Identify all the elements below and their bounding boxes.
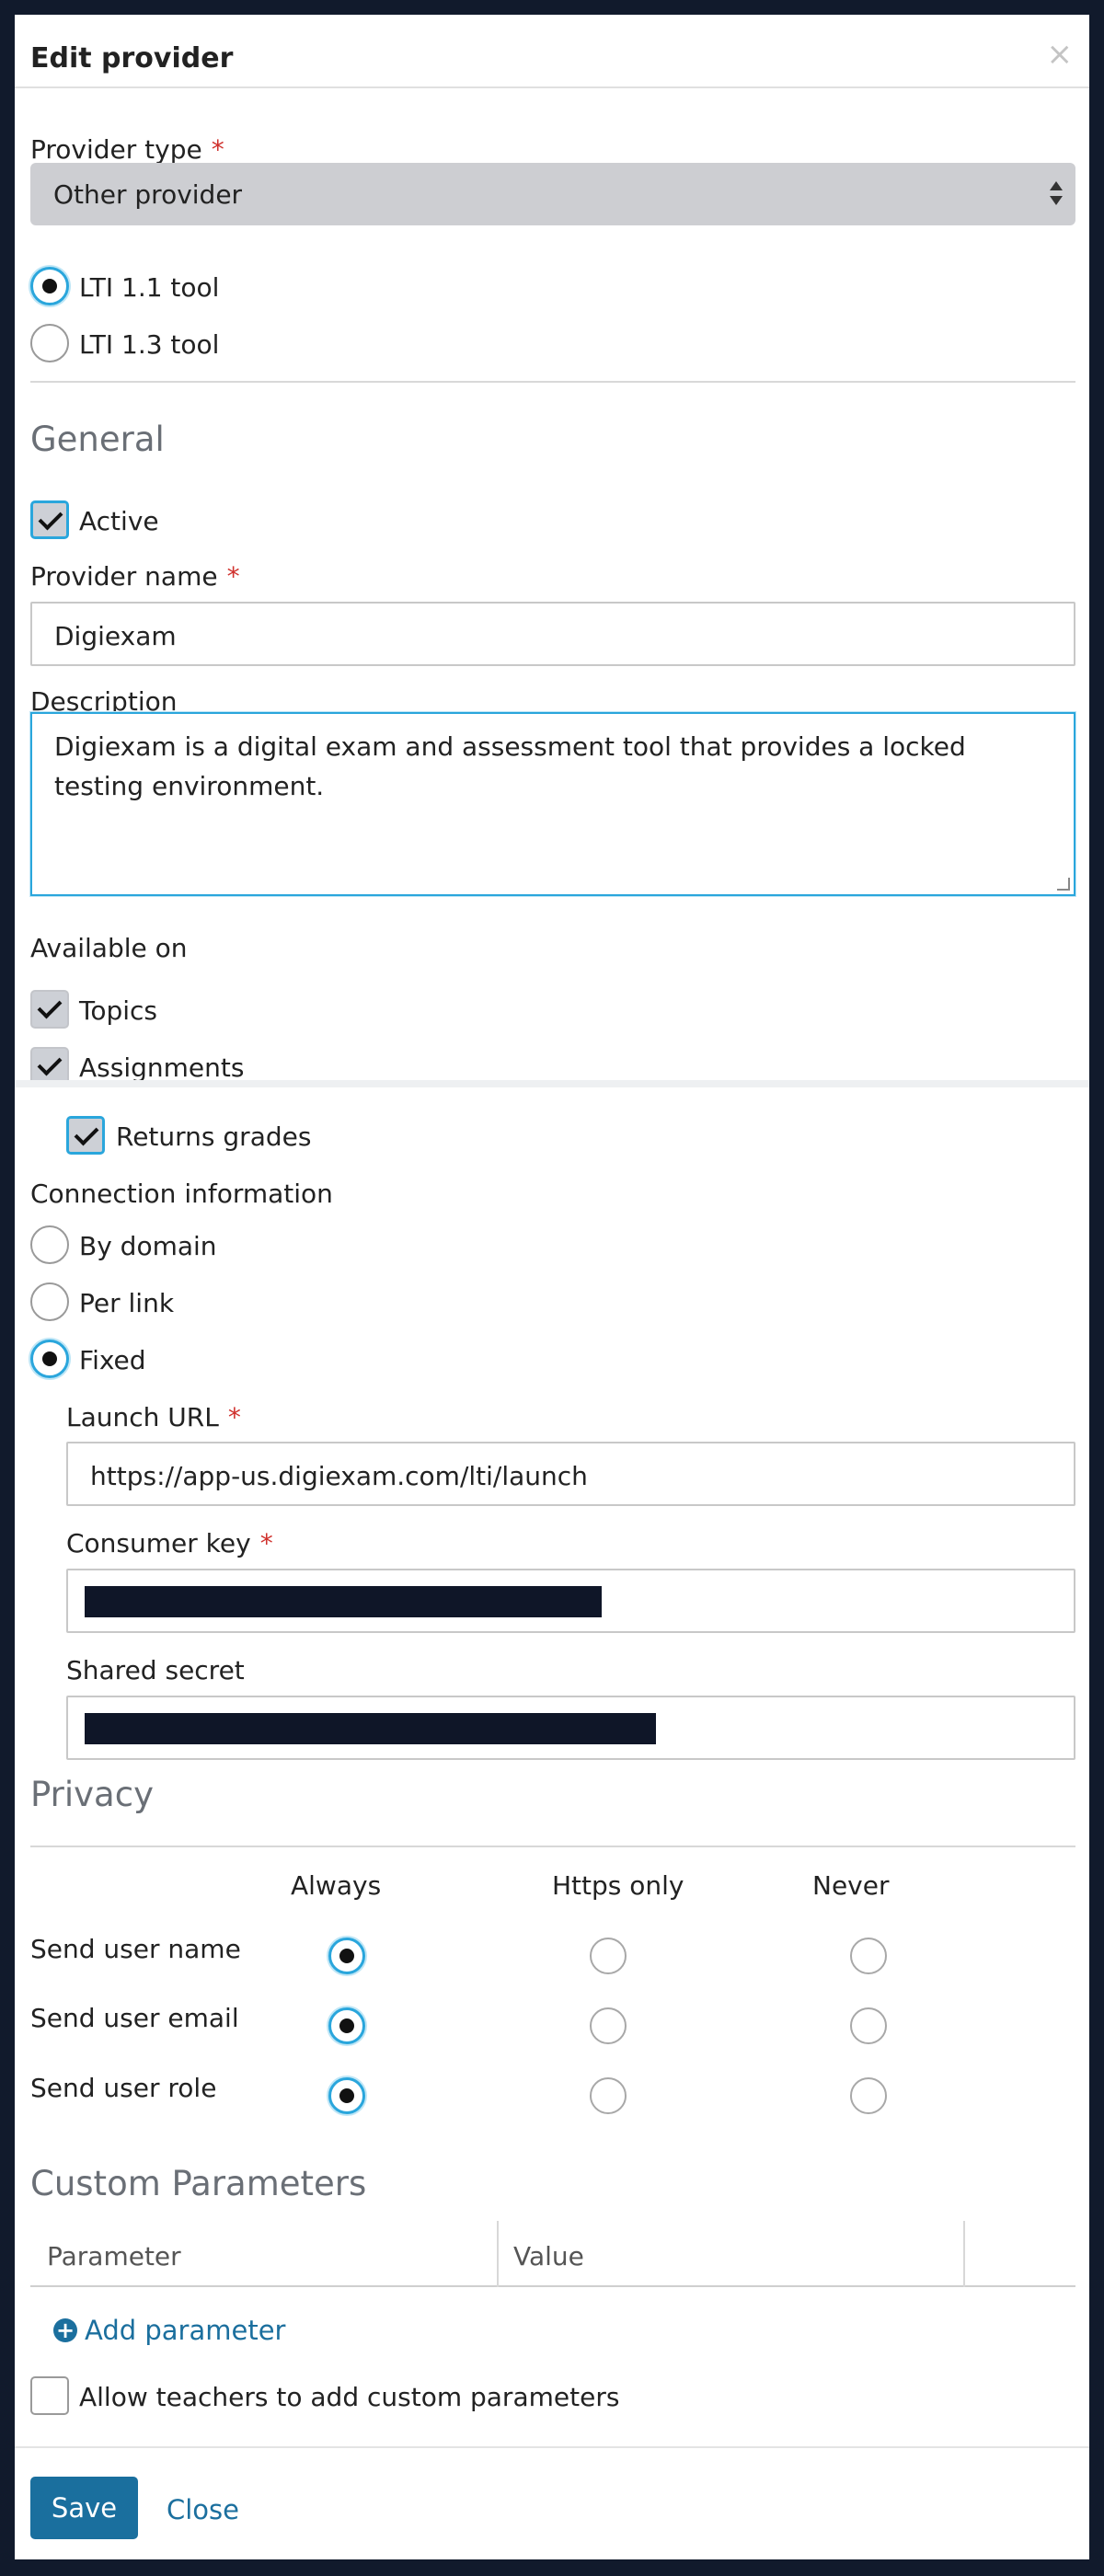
col-parameter: Parameter (47, 2241, 181, 2271)
radio-lti-11-label: LTI 1.1 tool (79, 272, 220, 303)
user-email-never-radio[interactable] (850, 2007, 887, 2044)
consumer-key-label-text: Consumer key (66, 1528, 251, 1558)
user-name-never-radio[interactable] (850, 1938, 887, 1974)
divider (30, 381, 1075, 383)
required-mark: * (227, 1402, 241, 1432)
active-label: Active (79, 506, 159, 536)
user-name-always-radio[interactable] (328, 1938, 365, 1974)
provider-name-label-text: Provider name (30, 561, 218, 592)
radio-lti-13-label: LTI 1.3 tool (79, 329, 220, 360)
consumer-key-input[interactable] (66, 1569, 1075, 1633)
radio-by-domain[interactable] (30, 1225, 69, 1264)
dialog-header: Edit provider × (15, 15, 1089, 88)
user-name-https-radio[interactable] (590, 1938, 627, 1974)
redacted-value (85, 1713, 656, 1744)
user-email-always-radio[interactable] (328, 2007, 365, 2044)
privacy-section-title: Privacy (30, 1775, 154, 1814)
close-icon[interactable]: × (1047, 39, 1074, 70)
select-arrows-icon (1050, 176, 1063, 213)
radio-fixed[interactable] (30, 1340, 69, 1378)
returns-grades-checkbox[interactable] (66, 1116, 105, 1155)
col-value: Value (513, 2241, 584, 2271)
provider-type-selected: Other provider (53, 179, 243, 210)
add-parameter-link[interactable]: + Add parameter (53, 2315, 285, 2346)
description-value: Digiexam is a digital exam and assessmen… (54, 731, 966, 801)
assignments-label: Assignments (79, 1052, 245, 1083)
active-checkbox[interactable] (30, 500, 69, 539)
provider-type-label: Provider type * (30, 134, 224, 165)
allow-custom-params-checkbox[interactable] (30, 2376, 69, 2415)
launch-url-label-text: Launch URL (66, 1402, 219, 1432)
user-email-https-radio[interactable] (590, 2007, 627, 2044)
provider-type-select[interactable]: Other provider (30, 163, 1075, 225)
edit-provider-dialog: Edit provider × Provider type * Other pro… (15, 15, 1089, 2559)
radio-by-domain-label: By domain (79, 1231, 217, 1261)
required-mark: * (211, 134, 224, 165)
radio-fixed-label: Fixed (79, 1345, 146, 1375)
provider-name-value: Digiexam (54, 621, 177, 651)
redacted-value (85, 1586, 602, 1617)
add-parameter-label: Add parameter (85, 2315, 286, 2346)
plus-circle-icon: + (53, 2318, 77, 2342)
connection-info-label: Connection information (30, 1179, 333, 1209)
launch-url-input[interactable]: https://app-us.digiexam.com/lti/launch (66, 1442, 1075, 1506)
provider-name-label: Provider name * (30, 561, 240, 592)
user-role-always-radio[interactable] (328, 2077, 365, 2114)
required-mark: * (259, 1528, 273, 1558)
dialog-title: Edit provider (30, 42, 234, 75)
user-role-https-radio[interactable] (590, 2077, 627, 2114)
radio-per-link[interactable] (30, 1282, 69, 1321)
provider-type-label-text: Provider type (30, 134, 202, 165)
privacy-row-user-name: Send user name (30, 1934, 241, 1964)
custom-params-table-header: Parameter Value (30, 2221, 1075, 2287)
general-section-title: General (30, 420, 165, 459)
consumer-key-label: Consumer key * (66, 1528, 273, 1558)
topics-checkbox[interactable] (30, 990, 69, 1029)
topics-label: Topics (79, 995, 158, 1026)
privacy-row-user-email: Send user email (30, 2003, 239, 2033)
privacy-row-user-role: Send user role (30, 2073, 217, 2103)
save-button[interactable]: Save (30, 2477, 138, 2539)
privacy-col-https-only: Https only (552, 1870, 684, 1901)
privacy-col-always: Always (291, 1870, 382, 1901)
shared-secret-label: Shared secret (66, 1655, 245, 1685)
col-separator (497, 2221, 499, 2287)
privacy-col-never: Never (812, 1870, 890, 1901)
section-band (15, 1080, 1089, 1087)
radio-lti-13[interactable] (30, 324, 69, 362)
close-button[interactable]: Close (167, 2494, 239, 2525)
available-on-label: Available on (30, 933, 188, 963)
launch-url-value: https://app-us.digiexam.com/lti/launch (90, 1461, 588, 1491)
divider (30, 1846, 1075, 1847)
custom-params-section-title: Custom Parameters (30, 2164, 367, 2203)
provider-name-input[interactable]: Digiexam (30, 602, 1075, 666)
radio-lti-11[interactable] (30, 267, 69, 305)
allow-custom-params-label: Allow teachers to add custom parameters (79, 2382, 620, 2412)
col-separator (963, 2221, 965, 2287)
shared-secret-input[interactable] (66, 1696, 1075, 1760)
returns-grades-label: Returns grades (116, 1121, 312, 1152)
description-textarea[interactable]: Digiexam is a digital exam and assessmen… (30, 712, 1075, 896)
resize-grip-icon[interactable] (1057, 878, 1070, 891)
footer-divider (15, 2446, 1089, 2448)
launch-url-label: Launch URL * (66, 1402, 241, 1432)
radio-per-link-label: Per link (79, 1288, 175, 1318)
required-mark: * (226, 561, 240, 592)
user-role-never-radio[interactable] (850, 2077, 887, 2114)
